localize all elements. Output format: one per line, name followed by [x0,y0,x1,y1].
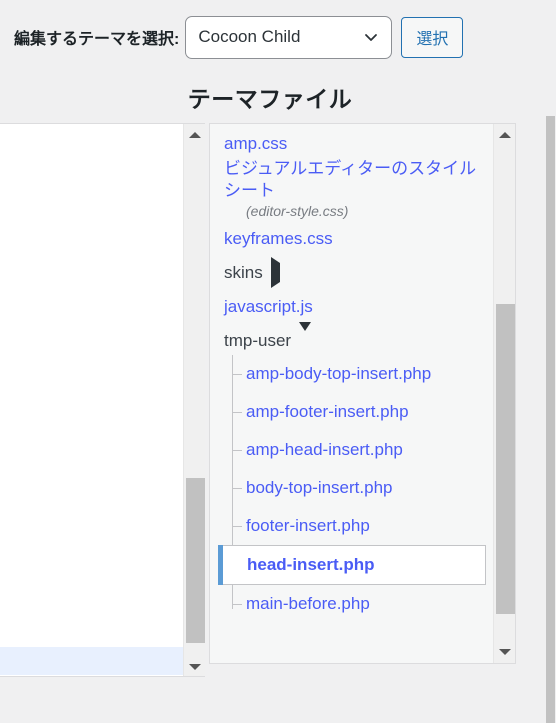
page-scrollbar-thumb[interactable] [546,116,555,723]
file-link[interactable]: javascript.js [224,296,313,318]
file-tree-folder-tmp-user[interactable]: tmp-user [210,321,494,355]
folder-label: skins [224,262,263,282]
file-tree-item-amp-body-top-insert[interactable]: amp-body-top-insert.php [210,355,494,393]
triangle-down-icon[interactable] [299,321,312,352]
triangle-right-icon[interactable] [270,256,280,288]
file-link[interactable]: amp-head-insert.php [246,440,403,460]
theme-select[interactable]: Cocoon Child [185,15,393,59]
file-list-scroll-area: amp.css ビジュアルエディターのスタイルシート (editor-style… [210,124,494,663]
chevron-down-icon [363,29,379,45]
page-scrollbar[interactable] [540,0,556,723]
file-tree-item-amp-footer-insert[interactable]: amp-footer-insert.php [210,393,494,431]
theme-selector-row: 編集するテーマを選択: Cocoon Child 選択 [0,0,540,74]
page-title: テーマファイル [187,86,353,112]
file-tree-item-body-top-insert[interactable]: body-top-insert.php [210,469,494,507]
file-list-scrollbar[interactable] [493,124,515,663]
triangle-down-icon[interactable] [184,656,205,676]
file-tree-item-editor-style-filename: (editor-style.css) [246,202,349,219]
editor-scrollbar[interactable] [183,124,205,676]
triangle-up-icon[interactable] [494,124,515,146]
file-tree-item-amp-css[interactable]: amp.css [210,130,494,158]
file-link[interactable]: amp-footer-insert.php [246,402,409,422]
file-link[interactable]: amp-body-top-insert.php [246,364,431,384]
file-tree-item-main-before[interactable]: main-before.php [210,585,494,623]
editor-active-line [0,647,183,675]
file-tree-item-amp-head-insert[interactable]: amp-head-insert.php [210,431,494,469]
triangle-up-icon[interactable] [184,124,205,146]
theme-select-value: Cocoon Child [198,27,301,46]
select-theme-button[interactable]: 選択 [401,16,464,58]
file-link[interactable]: main-before.php [246,594,370,614]
folder-label: tmp-user [224,330,292,350]
triangle-down-icon[interactable] [494,641,515,663]
file-list-scrollbar-thumb[interactable] [496,304,515,614]
file-tree-item-keyframes-css[interactable]: keyframes.css [210,225,494,253]
theme-selector-label: 編集するテーマを選択: [14,31,180,48]
theme-file-list-panel: amp.css ビジュアルエディターのスタイルシート (editor-style… [209,123,516,664]
theme-editor-screen: 編集するテーマを選択: Cocoon Child 選択 テーマファイル amp.… [0,0,556,723]
editor-scrollbar-thumb[interactable] [186,478,205,643]
file-link[interactable]: amp.css [224,133,287,155]
file-tree-item-editor-style[interactable]: ビジュアルエディターのスタイルシート [210,158,494,202]
file-tree-item-javascript-js[interactable]: javascript.js [210,293,494,321]
code-editor-surface[interactable] [0,124,183,676]
selected-accent-bar [218,544,223,585]
file-tree-item-head-insert-selected[interactable]: head-insert.php [218,544,486,585]
code-editor-panel[interactable] [0,123,205,677]
file-tree-folder-skins[interactable]: skins [210,256,494,288]
file-link[interactable]: body-top-insert.php [246,478,392,498]
file-link[interactable]: footer-insert.php [246,516,370,536]
file-tree-children-tmp-user: amp-body-top-insert.php amp-footer-inser… [210,354,494,623]
file-link[interactable]: ビジュアルエディターのスタイルシート [224,158,480,202]
file-tree-item-footer-insert[interactable]: footer-insert.php [210,507,494,545]
file-tree: amp.css ビジュアルエディターのスタイルシート (editor-style… [210,124,494,623]
file-link[interactable]: head-insert.php [247,555,375,575]
file-link[interactable]: keyframes.css [224,228,333,250]
